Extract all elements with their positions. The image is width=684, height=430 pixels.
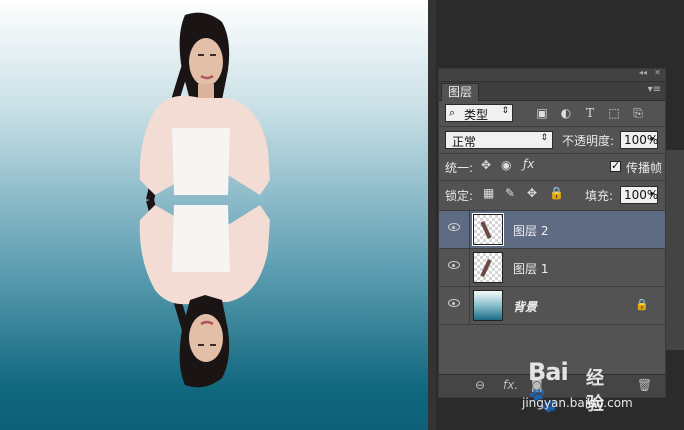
watermark-url: jingyan.baidu.com: [522, 396, 633, 410]
opacity-input[interactable]: 100% ▸: [620, 131, 658, 149]
lock-image-pixels-icon[interactable]: ✎: [505, 186, 515, 200]
eye-icon: [448, 261, 460, 269]
fx-icon[interactable]: fx.: [503, 378, 518, 392]
delete-layer-icon[interactable]: 🗑: [637, 378, 652, 392]
layer-thumbnail: [473, 252, 503, 283]
lock-position-icon[interactable]: ✥: [527, 186, 537, 200]
panel-tab-row: 图层 ▾≡: [439, 82, 665, 101]
spin-arrows-icon: ⇕: [540, 133, 548, 143]
blend-mode-select[interactable]: 正常 ⇕: [445, 131, 553, 149]
lock-icon: 🔒: [635, 298, 649, 311]
layer-thumbnail: [472, 213, 504, 246]
lock-transparent-pixels-icon[interactable]: ▦: [483, 186, 494, 200]
blend-mode-value: 正常: [452, 135, 477, 149]
visibility-toggle[interactable]: [439, 211, 470, 248]
fill-input[interactable]: 100% ▸: [620, 186, 658, 204]
propagate-frame-label: 传播帧: [626, 161, 663, 175]
woman-mirrored-photo: [139, 12, 270, 388]
chevron-right-icon: ▸: [650, 189, 655, 199]
opacity-label: 不透明度:: [562, 134, 615, 148]
lock-label: 锁定:: [445, 189, 474, 203]
unify-visibility-icon[interactable]: ◉: [501, 158, 511, 172]
unify-row: 统一: ✥ ◉ ƒx 传播帧 1: [439, 154, 678, 180]
adjustment-filter-icon[interactable]: ◐: [558, 105, 574, 121]
layer-thumbnail: [473, 290, 503, 321]
spin-arrows-icon: ⇕: [501, 106, 509, 116]
link-icon[interactable]: ⊖: [475, 378, 485, 392]
smart-object-filter-icon[interactable]: ⎘: [630, 105, 646, 121]
layer-name[interactable]: 背景: [513, 298, 537, 315]
chevron-right-icon: ▸: [650, 134, 655, 144]
visibility-toggle[interactable]: [439, 287, 470, 324]
document-canvas[interactable]: [0, 0, 428, 430]
layer-filter-row: ⌕ 类型 ⇕ ▣ ◐ T ⬚ ⎘: [439, 100, 665, 126]
close-panel-icon[interactable]: ✕: [654, 68, 661, 77]
unify-label: 统一:: [445, 161, 474, 175]
divider: [439, 324, 665, 325]
layer-row-layer-1[interactable]: 图层 1: [439, 248, 665, 286]
image-filter-icon[interactable]: ▣: [534, 105, 550, 121]
type-filter-icon[interactable]: T: [582, 105, 598, 121]
propagate-frame-checkbox[interactable]: [610, 159, 621, 172]
lock-all-icon[interactable]: 🔒: [549, 186, 564, 200]
panel-menu-icon[interactable]: ▾≡: [648, 84, 661, 95]
layers-panel: ◂◂ ✕ 图层 ▾≡ ⌕ 类型 ⇕ ▣ ◐ T ⬚ ⎘ 正常 ⇕ 不透明度: 1…: [438, 68, 678, 398]
filter-type-select[interactable]: ⌕ 类型 ⇕: [445, 104, 513, 122]
lock-row: 锁定: ▦ ✎ ✥ 🔒 填充: 100% ▸: [439, 181, 665, 209]
layer-name[interactable]: 图层 2: [513, 222, 548, 239]
canvas-border: [428, 0, 436, 430]
layer-row-background[interactable]: 背景 🔒: [439, 286, 665, 324]
blend-row: 正常 ⇕ 不透明度: 100% ▸: [439, 127, 665, 153]
fill-label: 填充:: [585, 189, 614, 203]
unify-style-icon[interactable]: ƒx: [523, 157, 534, 171]
layer-row-layer-2[interactable]: 图层 2: [439, 210, 665, 248]
filter-type-value: 类型: [464, 108, 489, 122]
search-icon: ⌕: [449, 106, 456, 119]
shape-filter-icon[interactable]: ⬚: [606, 105, 622, 121]
unify-position-icon[interactable]: ✥: [481, 158, 491, 172]
eye-icon: [448, 223, 460, 231]
right-panel-strip: [666, 150, 684, 350]
tab-layers[interactable]: 图层: [441, 83, 480, 101]
layer-name[interactable]: 图层 1: [513, 260, 548, 277]
eye-icon: [448, 299, 460, 307]
visibility-toggle[interactable]: [439, 249, 470, 286]
collapse-panel-icon[interactable]: ◂◂: [639, 68, 647, 77]
panel-header-bar: ◂◂ ✕: [439, 68, 665, 82]
